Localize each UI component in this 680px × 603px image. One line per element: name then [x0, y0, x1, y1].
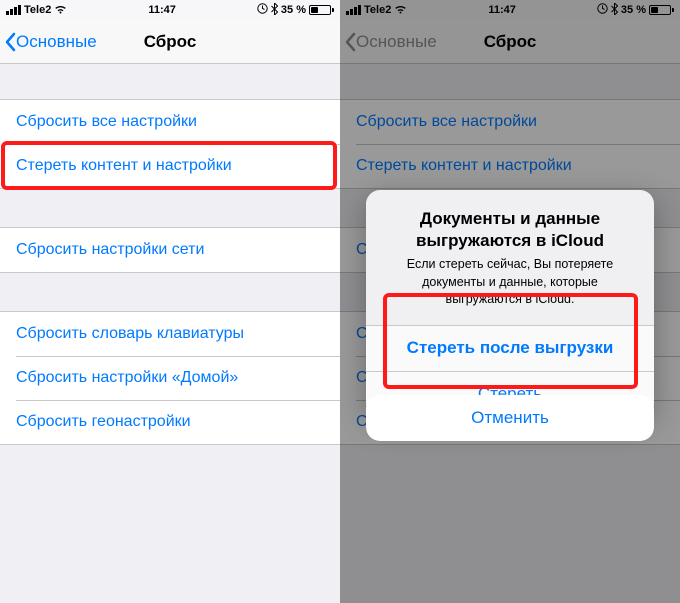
phone-left: Tele2 11:47 35 % Основные Сбро: [0, 0, 340, 603]
status-time: 11:47: [148, 4, 176, 16]
reset-location-cell[interactable]: Сбросить геонастройки: [0, 400, 340, 444]
cell-label: Сбросить все настройки: [16, 113, 197, 131]
cell-label: Сбросить геонастройки: [16, 413, 191, 431]
alert-header: Документы и данные выгружаются в iCloud …: [366, 190, 654, 325]
cell-label: Сбросить словарь клавиатуры: [16, 325, 244, 343]
group-2: Сбросить настройки сети: [0, 227, 340, 273]
cell-label: Сбросить настройки «Домой»: [16, 369, 238, 387]
back-label: Основные: [16, 32, 97, 52]
battery-icon: [309, 5, 334, 15]
cell-label: Сбросить настройки сети: [16, 241, 204, 259]
orientation-lock-icon: [257, 3, 268, 17]
group-3: Сбросить словарь клавиатуры Сбросить нас…: [0, 311, 340, 445]
status-right: 35 %: [257, 3, 334, 18]
reset-home-cell[interactable]: Сбросить настройки «Домой»: [0, 356, 340, 400]
button-label: Стереть после выгрузки: [407, 338, 614, 358]
nav-title: Сброс: [144, 32, 197, 52]
status-bar: Tele2 11:47 35 %: [0, 0, 340, 20]
signal-icon: [6, 5, 21, 15]
bluetooth-icon: [271, 3, 278, 18]
erase-all-content-cell[interactable]: Стереть контент и настройки: [0, 144, 340, 188]
reset-network-cell[interactable]: Сбросить настройки сети: [0, 228, 340, 272]
reset-all-settings-cell[interactable]: Сбросить все настройки: [0, 100, 340, 144]
alert-cancel-block: Отменить: [366, 395, 654, 441]
back-button[interactable]: Основные: [0, 32, 97, 52]
cancel-button[interactable]: Отменить: [366, 395, 654, 441]
status-left: Tele2: [6, 4, 67, 17]
button-label: Отменить: [471, 408, 549, 428]
cell-label: Стереть контент и настройки: [16, 157, 232, 175]
phone-right: Tele2 11:47 35 % Основные Сбро: [340, 0, 680, 603]
group-1: Сбросить все настройки Стереть контент и…: [0, 99, 340, 189]
chevron-left-icon: [4, 32, 16, 52]
wifi-icon: [54, 4, 67, 17]
alert-title: Документы и данные выгружаются в iCloud: [382, 208, 638, 252]
content-area: Сбросить все настройки Стереть контент и…: [0, 64, 340, 445]
nav-bar: Основные Сброс: [0, 20, 340, 64]
reset-keyboard-cell[interactable]: Сбросить словарь клавиатуры: [0, 312, 340, 356]
erase-after-upload-button[interactable]: Стереть после выгрузки: [366, 325, 654, 371]
alert-message: Если стереть сейчас, Вы потеряете докуме…: [382, 256, 638, 309]
carrier-label: Tele2: [24, 4, 51, 16]
icloud-upload-alert: Документы и данные выгружаются в iCloud …: [366, 190, 654, 417]
battery-percent: 35 %: [281, 4, 306, 16]
